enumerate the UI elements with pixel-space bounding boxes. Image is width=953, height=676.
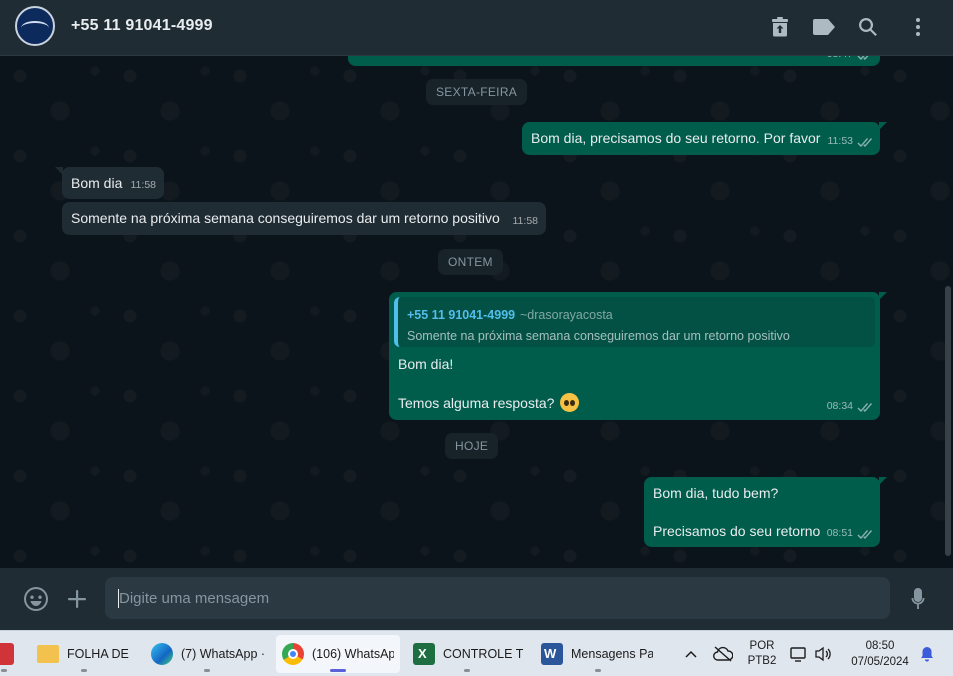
message-time: 11:53 [827, 135, 854, 147]
message-meta: 08:47 [827, 56, 872, 64]
system-clock[interactable]: 08:50 07/05/2024 [842, 631, 918, 676]
taskbar-app[interactable]: W Mensagens Pa [536, 635, 660, 673]
excel-icon: X [413, 643, 435, 665]
input-language-indicator[interactable]: POR PTB2 [744, 631, 780, 676]
archive-icon[interactable] [767, 14, 793, 40]
message-meta: 08:51 [827, 524, 872, 543]
notification-bell-icon[interactable] [916, 631, 938, 676]
message-time: 11:58 [130, 179, 157, 191]
quoted-sender: +55 11 91041-4999 [407, 308, 516, 322]
chat-scrollbar[interactable] [945, 56, 951, 568]
pleading-face-emoji-icon [560, 393, 580, 412]
message-time: 08:47 [827, 56, 853, 64]
search-icon[interactable] [855, 14, 881, 40]
microphone-icon[interactable] [904, 585, 932, 613]
message-text: Somente na próxima semana conseguiremos … [71, 210, 500, 226]
message-time: 08:34 [826, 400, 853, 412]
cloud-offline-icon[interactable] [710, 631, 736, 676]
read-ticks-icon [856, 136, 872, 147]
chrome-icon [282, 643, 304, 665]
read-ticks-icon [856, 528, 872, 539]
message-text-line2: Precisamos do seu retorno [653, 523, 821, 539]
taskbar-app-partial[interactable] [0, 635, 16, 673]
date-chip: SEXTA-FEIRA [426, 79, 528, 105]
taskbar-app-label: FOLHA DE R [67, 647, 133, 661]
clock-date: 07/05/2024 [851, 656, 909, 668]
edge-icon [151, 643, 173, 665]
message-composer [0, 568, 953, 630]
message-text-line1: Bom dia! [398, 356, 454, 372]
message-text-line1: Bom dia, tudo bem? [653, 485, 779, 501]
message-text: Bom dia [71, 175, 123, 191]
contact-avatar[interactable] [15, 6, 55, 46]
keyboard-layout: PTB2 [747, 655, 777, 667]
message-bubble-outgoing[interactable]: Bom dia, tudo bem? Precisamos do seu ret… [644, 477, 887, 547]
message-list[interactable]: 08:47 SEXTA-FEIRA Bom dia, precisamos do… [0, 56, 953, 568]
taskbar-app[interactable]: (7) WhatsApp · [146, 635, 268, 673]
message-text: Temos alguma resposta? [398, 395, 555, 411]
taskbar-app-label: (106) WhatsApp [312, 647, 394, 661]
taskbar-app[interactable]: FOLHA DE R [32, 635, 136, 673]
date-chip: ONTEM [438, 249, 503, 275]
taskbar-app-active[interactable]: (106) WhatsApp [276, 635, 400, 673]
quoted-message[interactable]: +55 11 91041-4999 ~drasorayacosta Soment… [394, 297, 875, 347]
menu-icon[interactable] [905, 14, 931, 40]
taskbar-app-label: Mensagens Pa [571, 647, 653, 661]
network-icon[interactable] [788, 631, 810, 676]
clock-time: 08:50 [865, 640, 895, 652]
attach-plus-icon[interactable] [63, 585, 91, 613]
text-caret [118, 589, 119, 608]
message-bubble-incoming[interactable]: Somente na próxima semana conseguiremos … [62, 202, 546, 235]
word-icon: W [541, 643, 563, 665]
message-bubble-outgoing[interactable]: Bom dia, precisamos do seu retorno. Por … [522, 122, 887, 155]
message-time: 08:51 [826, 527, 853, 539]
label-icon[interactable] [811, 14, 837, 40]
volume-icon[interactable] [812, 631, 834, 676]
taskbar-app-label: CONTROLE TEI [443, 647, 523, 661]
date-chip: HOJE [445, 433, 499, 459]
chat-header: +55 11 91041-4999 [0, 0, 953, 56]
scrollbar-thumb[interactable] [945, 286, 951, 556]
acrobat-icon [0, 643, 14, 665]
language-code: POR [749, 640, 775, 652]
message-bubble-incoming[interactable]: Bom dia 11:58 [55, 167, 164, 199]
message-time: 11:58 [512, 215, 539, 227]
message-meta: 11:58 [513, 212, 539, 231]
message-text-line2: Temos alguma resposta? [398, 393, 580, 413]
message-meta: 11:58 [131, 176, 157, 195]
taskbar-app-label: (7) WhatsApp · [181, 647, 265, 661]
quoted-sender-alias: ~drasorayacosta [520, 308, 613, 322]
read-ticks-icon [856, 401, 872, 412]
chevron-up-icon[interactable] [680, 631, 702, 676]
taskbar-app[interactable]: X CONTROLE TEI [408, 635, 526, 673]
emoji-icon[interactable] [22, 585, 50, 613]
message-bubble-partial[interactable]: 08:47 [348, 56, 880, 66]
message-meta: 08:34 [827, 397, 872, 416]
windows-taskbar: FOLHA DE R (7) WhatsApp · (106) WhatsApp… [0, 630, 953, 676]
contact-name[interactable]: +55 11 91041-4999 [71, 17, 213, 35]
message-text: Bom dia, precisamos do seu retorno. Por … [531, 130, 821, 146]
message-meta: 11:53 [827, 132, 872, 151]
message-bubble-outgoing[interactable]: +55 11 91041-4999 ~drasorayacosta Soment… [389, 292, 887, 420]
folder-icon [37, 645, 59, 663]
read-ticks-icon [856, 56, 872, 60]
message-input[interactable] [105, 577, 890, 619]
quoted-text: Somente na próxima semana conseguiremos … [407, 329, 790, 343]
